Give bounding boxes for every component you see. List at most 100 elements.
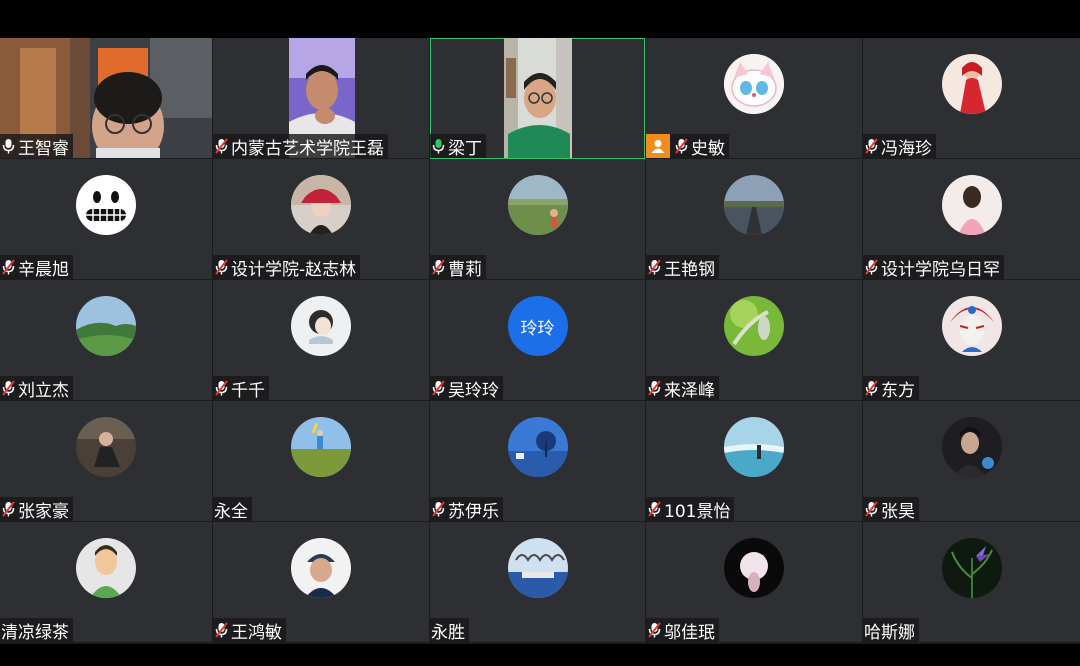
avatar — [941, 417, 1002, 477]
avatar — [291, 175, 351, 235]
participant-name-label: 设计学院乌日罕 — [863, 255, 1004, 279]
participant-name: 永全 — [214, 501, 248, 522]
avatar — [724, 175, 784, 235]
mic-muted-icon — [431, 500, 446, 518]
participant-tile[interactable]: 设计学院乌日罕 — [863, 159, 1080, 280]
participant-name-label: 东方 — [863, 376, 919, 400]
participant-name-label: 梁丁 — [430, 134, 486, 158]
microphone-icon — [1, 137, 16, 155]
participant-name: 设计学院-赵志林 — [231, 259, 357, 280]
participant-name: 苏伊乐 — [448, 501, 499, 522]
mic-muted-icon — [864, 500, 879, 518]
avatar — [291, 417, 351, 477]
participant-tile[interactable]: 苏伊乐 — [430, 401, 645, 522]
mic-muted-icon — [214, 621, 229, 639]
participant-name: 邬佳珉 — [664, 622, 715, 643]
avatar — [724, 296, 784, 356]
participant-name: 曹莉 — [448, 259, 482, 280]
participant-name: 王艳钢 — [664, 259, 715, 280]
participant-tile[interactable]: 辛晨旭 — [0, 159, 212, 280]
mic-muted-icon — [864, 258, 879, 276]
participant-tile[interactable]: 冯海珍 — [863, 38, 1080, 159]
avatar — [724, 417, 784, 477]
avatar — [76, 538, 136, 598]
participant-name-label: 王艳钢 — [646, 255, 719, 279]
mic-muted-icon — [214, 137, 229, 155]
mic-muted-icon — [864, 379, 879, 397]
participant-name: 千千 — [231, 380, 265, 401]
participant-name: 清凉绿茶 — [1, 622, 69, 643]
mic-muted-icon — [647, 621, 662, 639]
participant-tile[interactable]: 永胜 — [430, 522, 645, 643]
participant-name-label: 来泽峰 — [646, 376, 719, 400]
participant-tile[interactable]: 清凉绿茶 — [0, 522, 212, 643]
mic-muted-icon — [864, 137, 879, 155]
mic-muted-icon — [674, 137, 689, 155]
participant-name-label: 清凉绿茶 — [0, 618, 73, 642]
participant-tile[interactable]: 邬佳珉 — [646, 522, 862, 643]
participant-tile[interactable]: 来泽峰 — [646, 280, 862, 401]
participant-name: 内蒙古艺术学院王磊 — [231, 138, 384, 159]
participant-name: 永胜 — [431, 622, 465, 643]
avatar-initials: 玲玲 — [507, 296, 568, 356]
participant-name-label: 王鸿敏 — [213, 618, 286, 642]
participant-name-label: 哈斯娜 — [863, 618, 919, 642]
participant-name-label: 永胜 — [430, 618, 469, 642]
avatar — [507, 175, 568, 235]
bottom-bar — [0, 644, 1080, 666]
participant-tile[interactable]: 王智睿 — [0, 38, 212, 159]
avatar — [507, 417, 568, 477]
participant-name: 101景怡 — [664, 501, 731, 522]
participant-tile[interactable]: 设计学院-赵志林 — [213, 159, 429, 280]
participant-tile[interactable]: 哈斯娜 — [863, 522, 1080, 643]
mic-muted-icon — [214, 258, 229, 276]
participant-grid: 王智睿 内蒙古艺术学院王磊 梁丁 史敏 冯海珍 辛晨旭 设计学院-赵志林 曹莉 … — [0, 38, 1080, 644]
participant-tile[interactable]: 永全 — [213, 401, 429, 522]
participant-name-label: 吴玲玲 — [430, 376, 503, 400]
participant-name-label: 永全 — [213, 497, 252, 521]
mic-muted-icon — [647, 379, 662, 397]
avatar — [724, 54, 784, 114]
participant-name-label: 张昊 — [863, 497, 919, 521]
participant-tile[interactable]: 玲玲 吴玲玲 — [430, 280, 645, 401]
participant-tile[interactable]: 张昊 — [863, 401, 1080, 522]
mic-muted-icon — [647, 500, 662, 518]
avatar — [507, 538, 568, 598]
participant-tile[interactable]: 王鸿敏 — [213, 522, 429, 643]
participant-name-label: 曹莉 — [430, 255, 486, 279]
participant-name: 史敏 — [691, 138, 725, 159]
participant-name: 梁丁 — [448, 138, 482, 159]
mic-muted-icon — [647, 258, 662, 276]
participant-tile[interactable]: 史敏 — [646, 38, 862, 159]
mic-muted-icon — [1, 500, 16, 518]
participant-name-label: 张家豪 — [0, 497, 73, 521]
participant-name-label: 苏伊乐 — [430, 497, 503, 521]
participant-name-label: 刘立杰 — [0, 376, 73, 400]
participant-tile[interactable]: 千千 — [213, 280, 429, 401]
participant-name-label: 千千 — [213, 376, 269, 400]
participant-name-label: 内蒙古艺术学院王磊 — [213, 134, 388, 158]
avatar — [76, 175, 136, 235]
avatar — [291, 296, 351, 356]
mic-muted-icon — [1, 258, 16, 276]
participant-name: 吴玲玲 — [448, 380, 499, 401]
participant-name-label: 101景怡 — [646, 497, 735, 522]
host-badge-icon — [646, 134, 670, 158]
participant-tile[interactable]: 101景怡 — [646, 401, 862, 522]
avatar — [76, 417, 136, 477]
participant-name: 来泽峰 — [664, 380, 715, 401]
participant-tile[interactable]: 刘立杰 — [0, 280, 212, 401]
participant-name: 冯海珍 — [881, 138, 932, 159]
participant-name-label: 辛晨旭 — [0, 255, 73, 279]
participant-name: 哈斯娜 — [864, 622, 915, 643]
participant-tile-active-speaker[interactable]: 梁丁 — [430, 38, 645, 159]
participant-name: 辛晨旭 — [18, 259, 69, 280]
participant-tile[interactable]: 王艳钢 — [646, 159, 862, 280]
participant-name-label: 王智睿 — [0, 134, 73, 158]
participant-tile[interactable]: 东方 — [863, 280, 1080, 401]
participant-tile[interactable]: 曹莉 — [430, 159, 645, 280]
participant-tile[interactable]: 内蒙古艺术学院王磊 — [213, 38, 429, 159]
video-feed — [504, 38, 572, 158]
participant-name: 东方 — [881, 380, 915, 401]
participant-tile[interactable]: 张家豪 — [0, 401, 212, 522]
